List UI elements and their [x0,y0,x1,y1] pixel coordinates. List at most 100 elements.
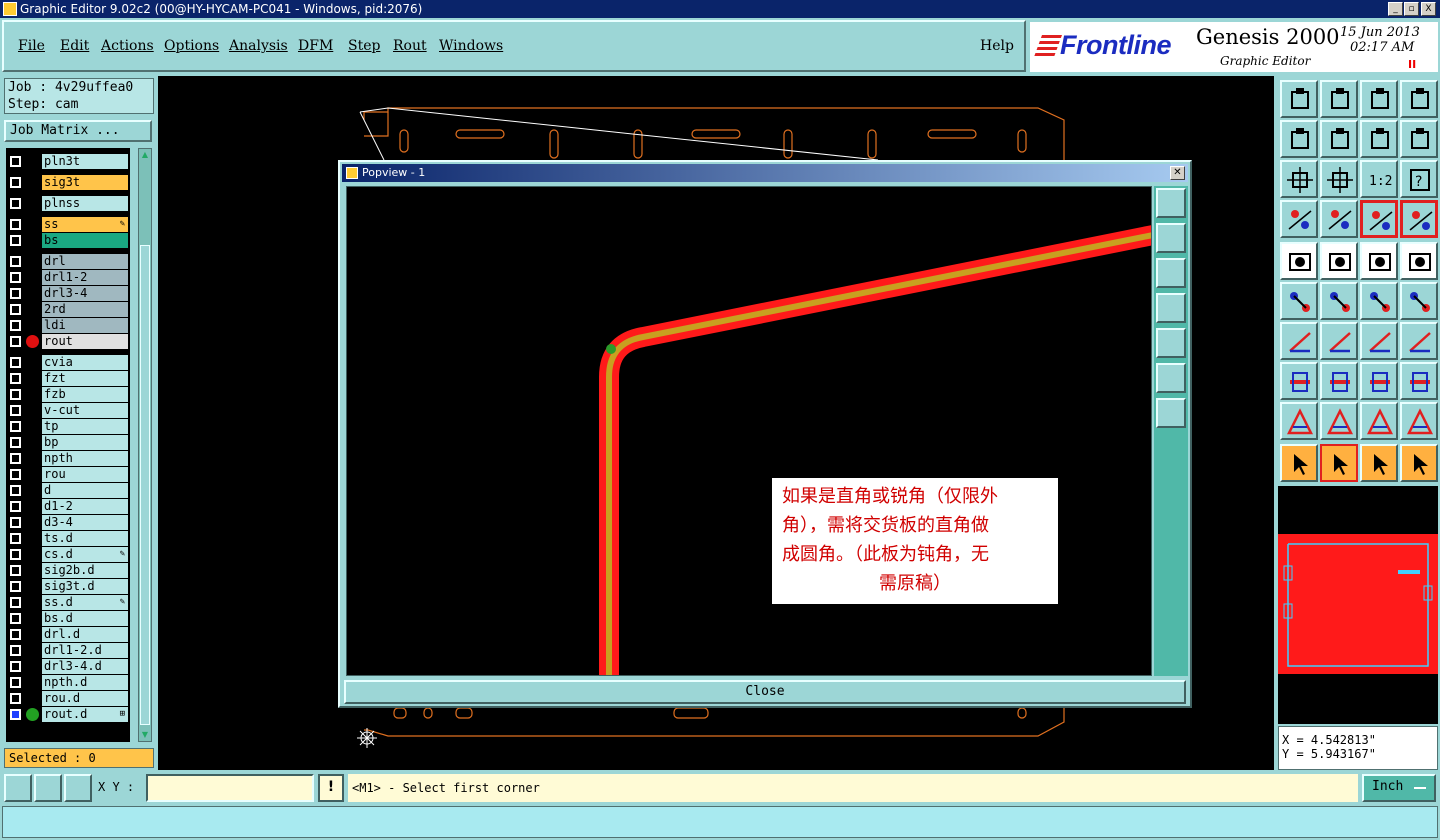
layer-scrollbar[interactable]: ▲ ▼ [138,148,152,742]
popview-pan-down-icon[interactable] [1156,258,1186,288]
tool-move-arrow-icon[interactable] [1360,282,1398,320]
menu-windows[interactable]: Windows [439,38,503,54]
layer-name[interactable]: drl [42,254,128,269]
layer-row[interactable]: drl3-4 [6,286,130,301]
warning-button[interactable]: ! [318,774,344,802]
popview-pan-right-icon[interactable] [1156,328,1186,358]
tool-cross-icon[interactable] [1320,282,1358,320]
layer-name[interactable]: pln3t [42,154,128,169]
layer-name[interactable]: fzb [42,387,128,402]
tool-triangle-cross-icon[interactable] [1400,402,1438,440]
tool-home-icon[interactable] [1360,80,1398,118]
layer-row[interactable]: d [6,483,130,498]
layer-checkbox[interactable] [10,661,21,672]
popview-close-button[interactable]: Close [344,680,1186,704]
layer-row[interactable]: d3-4 [6,515,130,530]
layer-checkbox[interactable] [10,581,21,592]
tool-measure-box-icon[interactable] [1360,362,1398,400]
tool-zoom-fit-icon[interactable] [1280,160,1318,198]
layer-list[interactable]: pln3t sig3t plnss ss ✎ bs drl drl1-2 drl3-4 2rd ld… [6,148,130,742]
menu-file[interactable]: File [18,38,45,54]
tool-help-icon[interactable]: ? [1400,160,1438,198]
layer-checkbox[interactable] [10,256,21,267]
tool-select-route-icon[interactable] [1400,444,1438,482]
layer-checkbox[interactable] [10,453,21,464]
pause-indicator[interactable]: II [1408,58,1416,71]
layer-row[interactable]: 2rd [6,302,130,317]
layer-name[interactable]: sig2b.d [42,563,128,578]
tool-grid-icon[interactable] [1320,200,1358,238]
layer-row[interactable]: ss.d ✎ [6,595,130,610]
layer-name[interactable]: ss.d ✎ [42,595,128,610]
layer-name[interactable]: d3-4 [42,515,128,530]
layer-checkbox[interactable] [10,645,21,656]
layer-name[interactable]: bp [42,435,128,450]
layer-name[interactable]: fzt [42,371,128,386]
layer-checkbox[interactable] [10,613,21,624]
menu-edit[interactable]: Edit [60,38,89,54]
tool-undo-zoom-icon[interactable] [1360,120,1398,158]
units-select[interactable]: Inch [1362,774,1436,802]
scroll-thumb[interactable] [140,245,150,725]
tool-camera-icon[interactable] [1280,242,1318,280]
layer-name[interactable]: drl1-2 [42,270,128,285]
layer-row[interactable]: sig3t [6,175,130,190]
layer-row[interactable]: npth [6,451,130,466]
layer-checkbox[interactable] [10,533,21,544]
layer-checkbox[interactable] [10,421,21,432]
job-matrix-button[interactable]: Job Matrix ... [4,120,152,142]
xy-input[interactable] [146,774,314,802]
layer-checkbox[interactable] [10,485,21,496]
layer-name[interactable]: cvia [42,355,128,370]
layer-name[interactable]: tp [42,419,128,434]
layer-checkbox[interactable] [10,389,21,400]
layer-row[interactable]: cvia [6,355,130,370]
tool-window-split-icon[interactable] [1400,80,1438,118]
layer-checkbox[interactable] [10,597,21,608]
tool-layer-compare-icon[interactable] [1360,200,1398,238]
layer-row[interactable]: pln3t [6,154,130,169]
layer-display-dot-icon[interactable] [26,335,39,348]
layer-name[interactable]: ldi [42,318,128,333]
layer-name[interactable]: d1-2 [42,499,128,514]
layer-name[interactable]: rout.d ⊞ [42,707,128,722]
layer-row[interactable]: bp [6,435,130,450]
layer-row[interactable]: npth.d [6,675,130,690]
layer-name[interactable]: bs [42,233,128,248]
maximize-button[interactable]: ▫ [1404,2,1419,16]
tool-snap-settings-icon[interactable] [1280,200,1318,238]
layer-name[interactable]: d [42,483,128,498]
menu-options[interactable]: Options [164,38,219,54]
layer-row[interactable]: rout.d ⊞ [6,707,130,722]
layer-row[interactable]: rou.d [6,691,130,706]
layer-checkbox[interactable] [10,219,21,230]
tool-dash-line-icon[interactable] [1320,362,1358,400]
menu-rout[interactable]: Rout [393,38,427,54]
layer-name[interactable]: npth [42,451,128,466]
tool-select-box-icon[interactable] [1320,444,1358,482]
layer-checkbox[interactable] [10,304,21,315]
tool-zoom-center-icon[interactable] [1320,160,1358,198]
layer-name[interactable]: sig3t.d [42,579,128,594]
layer-name[interactable]: v-cut [42,403,128,418]
popview-zoom-out-icon[interactable] [1156,363,1186,393]
layer-checkbox[interactable] [10,693,21,704]
layer-name[interactable]: drl.d [42,627,128,642]
layer-row[interactable]: d1-2 [6,499,130,514]
tool-move-arrow-alt-icon[interactable] [1400,282,1438,320]
close-button[interactable]: X [1421,2,1436,16]
layer-checkbox[interactable] [10,501,21,512]
layer-checkbox[interactable] [10,272,21,283]
layer-name[interactable]: rou.d [42,691,128,706]
layer-row[interactable]: rout [6,334,130,349]
layer-display-dot-icon[interactable] [26,708,39,721]
layer-row[interactable]: sig2b.d [6,563,130,578]
layer-name[interactable]: ts.d [42,531,128,546]
layer-name[interactable]: ss ✎ [42,217,128,232]
board-minimap[interactable] [1278,486,1438,724]
layer-checkbox[interactable] [10,549,21,560]
popview-pan-left-icon[interactable] [1156,293,1186,323]
layer-checkbox[interactable] [10,198,21,209]
layer-checkbox[interactable] [10,288,21,299]
popview-zoom-fit-icon[interactable] [1156,188,1186,218]
